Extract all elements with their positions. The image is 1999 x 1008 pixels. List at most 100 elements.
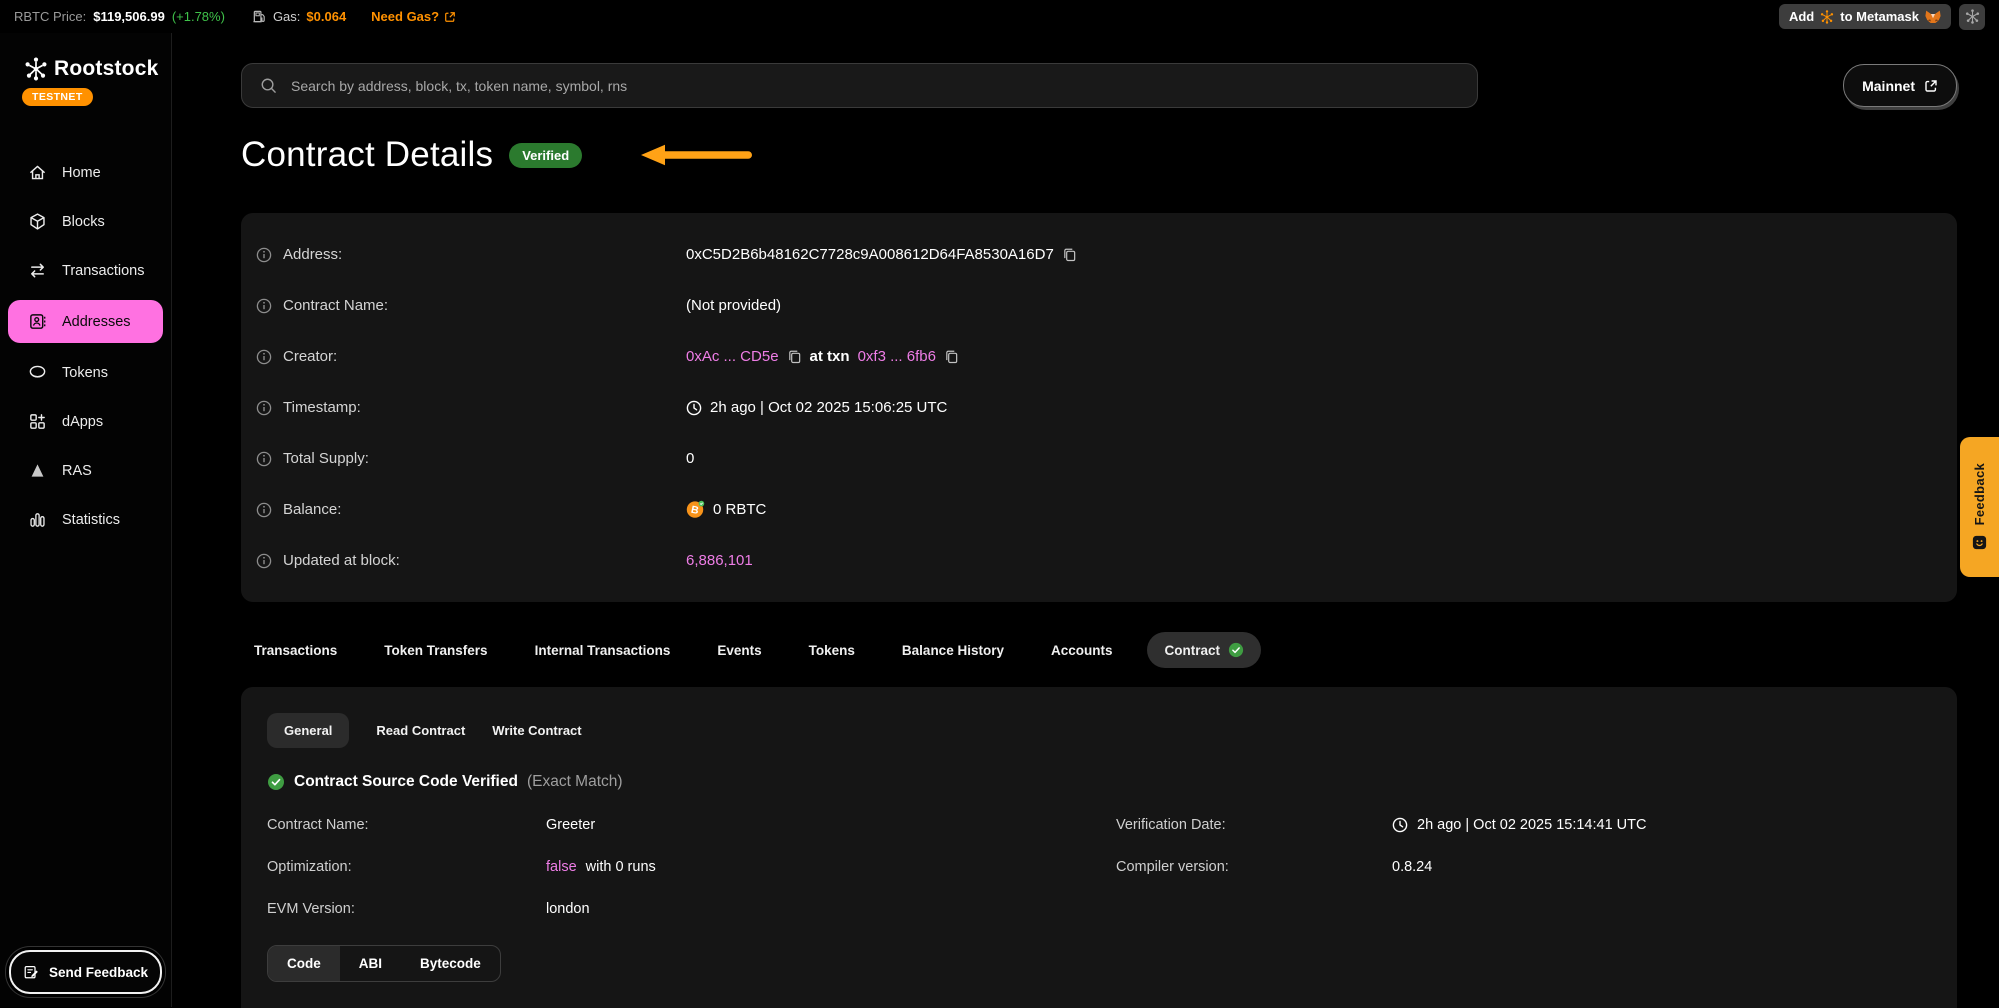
sidebar-item-ras[interactable]: RAS: [0, 446, 171, 495]
info-icon: [256, 298, 272, 314]
tab-internal-transactions[interactable]: Internal Transactions: [535, 643, 671, 658]
clock-icon: [1392, 817, 1408, 833]
triangle-icon: [28, 461, 47, 480]
sidebar-item-blocks[interactable]: Blocks: [0, 197, 171, 246]
search-icon: [260, 77, 277, 94]
rootstock-mark-icon: [1820, 10, 1834, 24]
detail-row-total-supply: Total Supply: 0: [256, 433, 1937, 484]
rbtc-price-change: (+1.78%): [172, 9, 225, 24]
timestamp-value: 2h ago | Oct 02 2025 15:06:25 UTC: [710, 399, 947, 416]
balance-value: 0 RBTC: [713, 501, 766, 518]
evm-version: london: [546, 901, 590, 917]
at-txn-label: at txn: [810, 348, 850, 365]
brand-logo[interactable]: Rootstock: [0, 57, 171, 81]
verification-date: 2h ago | Oct 02 2025 15:14:41 UTC: [1417, 817, 1646, 833]
copy-icon[interactable]: [1062, 247, 1077, 262]
verified-match-type: (Exact Match): [527, 773, 623, 791]
clock-icon: [686, 400, 702, 416]
contact-card-icon: [28, 312, 47, 331]
field-evm-version: EVM Version: london: [267, 888, 1116, 930]
code-tab-abi[interactable]: ABI: [340, 946, 401, 981]
tab-events[interactable]: Events: [717, 643, 761, 658]
tab-accounts[interactable]: Accounts: [1051, 643, 1113, 658]
rootstock-mark-gray-icon: [1965, 9, 1980, 24]
check-circle-icon: [267, 773, 285, 791]
detail-row-updated-block: Updated at block: 6,886,101: [256, 535, 1937, 586]
tab-contract[interactable]: Contract: [1147, 632, 1261, 668]
note-pencil-icon: [23, 964, 39, 980]
external-link-icon: [1924, 79, 1938, 93]
code-tab-bytecode[interactable]: Bytecode: [401, 946, 500, 981]
rbtc-price-label: RBTC Price:: [14, 9, 86, 24]
main-content: Mainnet Contract Details Verified Addres…: [172, 33, 1999, 1007]
feedback-side-tab[interactable]: Feedback: [1960, 437, 1999, 577]
check-circle-icon: [1228, 642, 1244, 658]
rootstock-settings-button[interactable]: [1959, 4, 1985, 30]
mainnet-switch-button[interactable]: Mainnet: [1843, 64, 1957, 107]
field-optimization: Optimization: false with 0 runs: [267, 846, 1116, 888]
creator-address-link[interactable]: 0xAc ... CD5e: [686, 348, 779, 365]
contract-details-panel: Address: 0xC5D2B6b48162C7728c9A008612D64…: [241, 213, 1957, 602]
field-contract-name: Contract Name: Greeter: [267, 804, 1116, 846]
coin-icon: [28, 363, 47, 382]
creator-txn-link[interactable]: 0xf3 ... 6fb6: [858, 348, 936, 365]
optimization-flag: false: [546, 859, 577, 875]
apps-grid-icon: [28, 412, 47, 431]
sidebar-item-transactions[interactable]: Transactions: [0, 246, 171, 295]
total-supply-value: 0: [686, 450, 694, 467]
tab-balance-history[interactable]: Balance History: [902, 643, 1004, 658]
verified-heading: Contract Source Code Verified: [294, 773, 518, 791]
need-gas-link[interactable]: Need Gas?: [371, 9, 456, 24]
contract-name: Greeter: [546, 817, 595, 833]
sidebar-nav: Home Blocks Transactions Addresses Token…: [0, 148, 171, 544]
send-feedback-button[interactable]: Send Feedback: [9, 950, 162, 994]
subtab-read-contract[interactable]: Read Contract: [376, 723, 465, 738]
tab-tokens[interactable]: Tokens: [809, 643, 855, 658]
cube-icon: [28, 212, 47, 231]
rbtc-price-value: $119,506.99: [93, 9, 165, 24]
add-to-metamask-button[interactable]: Add to Metamask: [1779, 4, 1951, 29]
address-value: 0xC5D2B6b48162C7728c9A008612D64FA8530A16…: [686, 246, 1054, 263]
sidebar-item-home[interactable]: Home: [0, 148, 171, 197]
swap-arrows-icon: [28, 261, 47, 280]
subtab-general[interactable]: General: [267, 713, 349, 748]
info-icon: [256, 400, 272, 416]
tab-token-transfers[interactable]: Token Transfers: [384, 643, 487, 658]
copy-icon[interactable]: [944, 349, 959, 364]
copy-icon[interactable]: [787, 349, 802, 364]
sidebar-item-tokens[interactable]: Tokens: [0, 348, 171, 397]
info-icon: [256, 247, 272, 263]
gas-value: $0.064: [306, 9, 346, 24]
metamask-fox-icon: [1925, 9, 1941, 25]
contract-name-value: (Not provided): [686, 297, 781, 314]
network-badge: TESTNET: [22, 88, 93, 106]
smiley-message-icon: [1971, 534, 1988, 551]
code-view-switch: Code ABI Bytecode: [267, 945, 501, 982]
code-tab-code[interactable]: Code: [268, 946, 340, 981]
search-bar: [241, 63, 1478, 108]
compiler-version: 0.8.24: [1392, 859, 1432, 875]
detail-row-creator: Creator: 0xAc ... CD5e at txn 0xf3 ... 6…: [256, 331, 1937, 382]
detail-row-timestamp: Timestamp: 2h ago | Oct 02 2025 15:06:25…: [256, 382, 1937, 433]
sidebar-item-addresses[interactable]: Addresses: [8, 300, 163, 343]
field-verification-date: Verification Date: 2h ago | Oct 02 2025 …: [1116, 804, 1646, 846]
tab-transactions[interactable]: Transactions: [254, 643, 337, 658]
home-icon: [28, 163, 47, 182]
source-verified-line: Contract Source Code Verified (Exact Mat…: [267, 773, 1931, 791]
detail-row-balance: Balance: B 0 RBTC: [256, 484, 1937, 535]
verified-badge: Verified: [509, 143, 582, 168]
rbtc-coin-icon: B: [686, 500, 705, 519]
gas-label: Gas:: [273, 9, 300, 24]
info-icon: [256, 553, 272, 569]
rootstock-logo-icon: [24, 57, 48, 81]
sidebar-item-dapps[interactable]: dApps: [0, 397, 171, 446]
info-icon: [256, 349, 272, 365]
info-icon: [256, 451, 272, 467]
updated-block-link[interactable]: 6,886,101: [686, 552, 753, 569]
subtab-write-contract[interactable]: Write Contract: [492, 723, 581, 738]
bar-chart-icon: [28, 510, 47, 529]
sidebar-item-statistics[interactable]: Statistics: [0, 495, 171, 544]
search-input[interactable]: [289, 77, 1459, 95]
address-tabs: Transactions Token Transfers Internal Tr…: [241, 632, 1957, 668]
page-title: Contract Details: [241, 135, 493, 175]
